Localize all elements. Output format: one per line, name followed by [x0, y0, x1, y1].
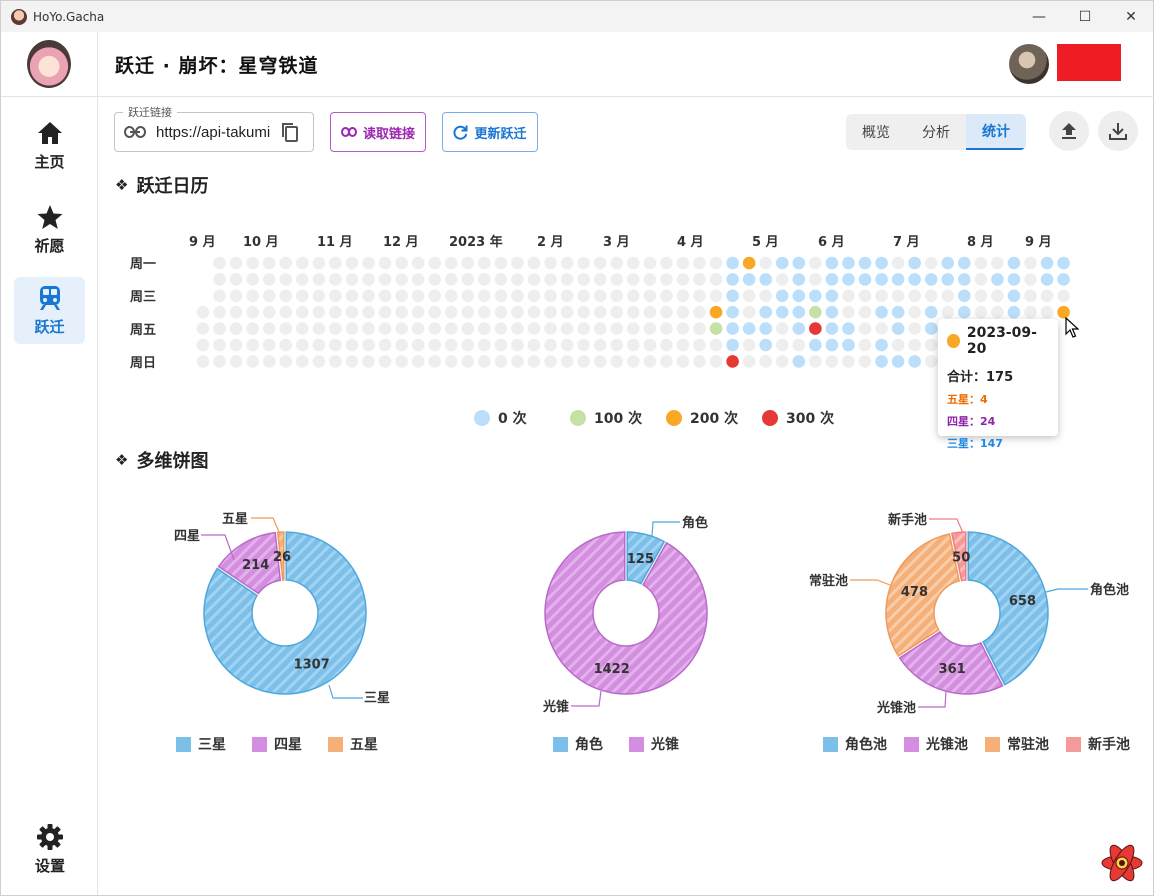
pie-value-label: 478	[901, 585, 928, 600]
pie-value-label: 658	[1009, 594, 1036, 609]
pie-value-label: 50	[952, 550, 970, 565]
pie-category-label: 三星	[364, 691, 390, 706]
legend-swatch	[176, 736, 191, 752]
legend-label: 三星	[198, 737, 226, 753]
legend-item-character-pool[interactable]: 角色池	[823, 734, 887, 754]
legend-item-light-cone[interactable]: 光锥	[629, 734, 679, 754]
legend-item-light-cone-pool[interactable]: 光锥池	[904, 734, 968, 754]
pie-category-label: 角色池	[1090, 582, 1129, 598]
legend-swatch	[553, 736, 568, 752]
pie-leader-line	[850, 579, 891, 586]
pie-value-label: 1422	[594, 662, 630, 677]
legend-label: 五星	[350, 737, 378, 753]
legend-label: 四星	[274, 737, 302, 753]
pie-value-label: 1307	[294, 657, 330, 672]
legend-item-standard-pool[interactable]: 常驻池	[985, 734, 1049, 754]
legend-swatch	[823, 736, 838, 752]
legend-swatch	[985, 736, 1000, 752]
legend-swatch	[904, 736, 919, 752]
legend-item-four-star[interactable]: 四星	[252, 734, 302, 754]
legend-label: 新手池	[1088, 737, 1130, 753]
pie-value-label: 125	[627, 552, 654, 567]
legend-label: 光锥	[651, 737, 679, 753]
pie-category-label: 五星	[222, 512, 248, 527]
pie-legend-type: 角色 光锥	[553, 734, 679, 754]
legend-swatch	[252, 736, 267, 752]
pie-value-label: 26	[273, 550, 291, 565]
pie-leader-line	[651, 521, 680, 537]
pie-category-label: 常驻池	[809, 573, 848, 589]
legend-item-character[interactable]: 角色	[553, 734, 603, 754]
legend-item-five-star[interactable]: 五星	[328, 734, 378, 754]
pie-leader-line	[929, 518, 964, 534]
pie-leader-line	[571, 690, 602, 707]
pie-leader-line	[918, 690, 947, 708]
pie-category-label: 四星	[174, 529, 200, 544]
pie-category-label: 角色	[682, 515, 708, 531]
legend-label: 角色	[575, 737, 603, 753]
react-devtools-icon[interactable]	[1100, 843, 1144, 883]
legend-item-beginner-pool[interactable]: 新手池	[1066, 734, 1130, 754]
legend-label: 光锥池	[926, 737, 968, 753]
legend-label: 常驻池	[1007, 737, 1049, 753]
pie-charts: 1307 三星 214 四星 26 五星 125 角色 1422 光锥 658 角色池 361 光锥池 47…	[174, 512, 1129, 716]
legend-swatch	[629, 736, 644, 752]
pie-value-label: 361	[939, 662, 966, 677]
pie-leader-line	[1045, 588, 1088, 593]
pie-leader-line	[251, 517, 280, 533]
pie-category-label: 光锥	[542, 699, 569, 715]
pie-leader-line	[328, 684, 363, 699]
legend-item-three-star[interactable]: 三星	[176, 734, 226, 754]
legend-swatch	[328, 736, 343, 752]
pie-legend-rarity: 三星 四星 五星	[176, 734, 378, 754]
pie-category-label: 新手池	[888, 512, 927, 528]
legend-swatch	[1066, 736, 1081, 752]
pie-legend-pool: 角色池 光锥池 常驻池 新手池	[823, 734, 1130, 754]
pie-value-label: 214	[242, 558, 269, 573]
pie-category-label: 光锥池	[876, 700, 916, 716]
legend-label: 角色池	[845, 737, 887, 753]
